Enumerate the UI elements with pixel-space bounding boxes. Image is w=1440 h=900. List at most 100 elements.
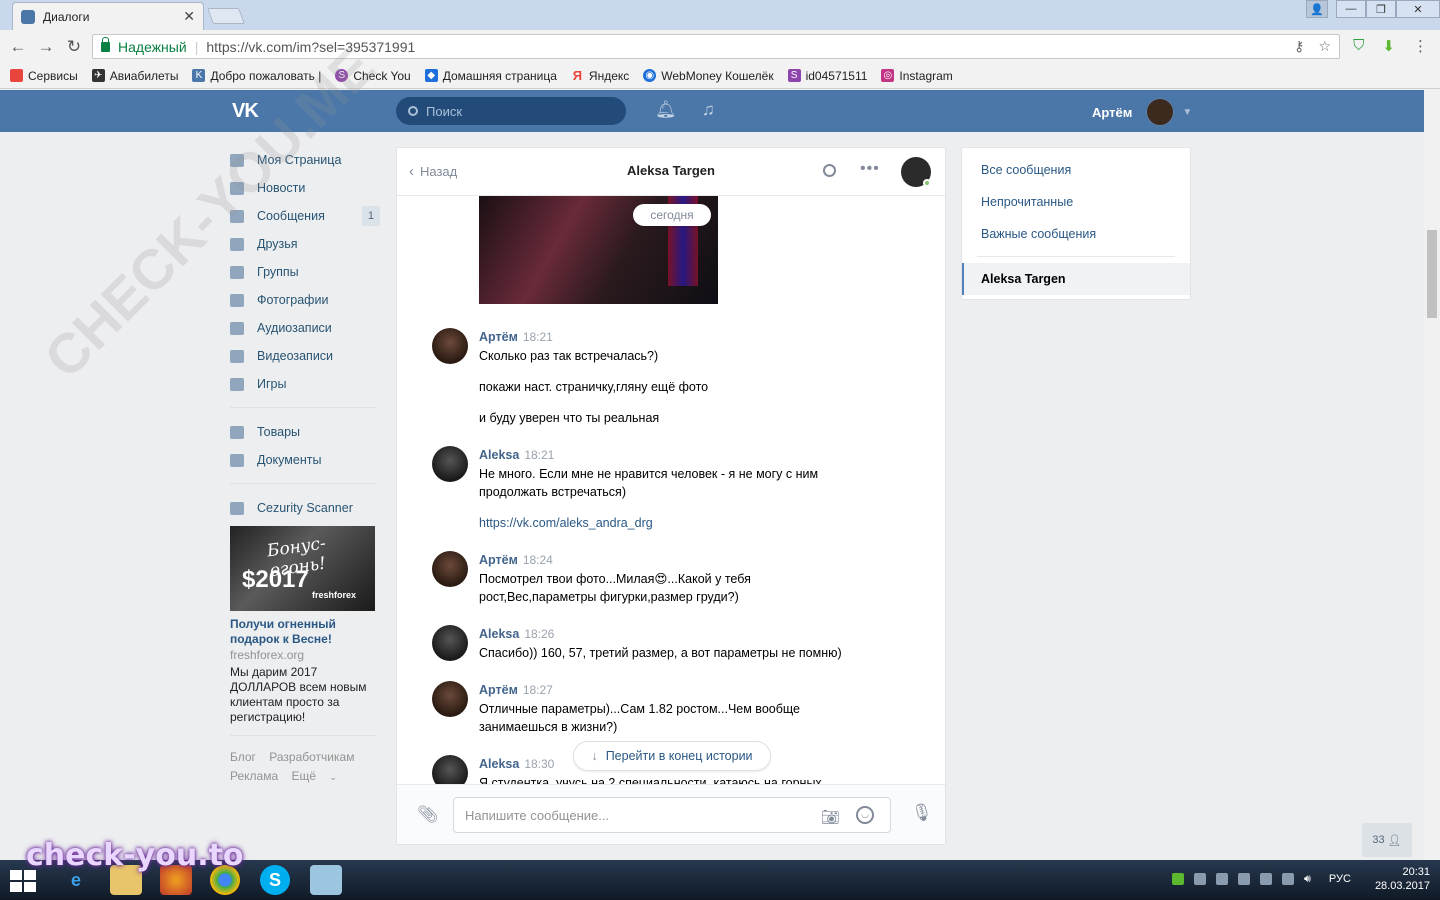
page-scrollbar[interactable] — [1424, 90, 1440, 860]
user-menu[interactable]: Артём ▼ — [1092, 98, 1192, 126]
bookmark-home[interactable]: ◆ Домашняя страница — [424, 69, 557, 83]
ad-image[interactable]: Бонус-огонь! $2017 freshforex — [230, 526, 375, 611]
filter-all-messages[interactable]: Все сообщения — [962, 154, 1190, 186]
more-dots-icon[interactable]: ••• — [860, 160, 880, 178]
scrollbar-thumb[interactable] — [1427, 230, 1437, 318]
message-link[interactable]: https://vk.com/aleks_andra_drg — [479, 516, 653, 530]
gamepad-icon — [230, 377, 244, 391]
menu-item-news[interactable]: Новости — [230, 174, 380, 202]
menu-item-groups[interactable]: Группы — [230, 258, 380, 286]
network-icon[interactable] — [1281, 873, 1294, 885]
bookmark-check-you[interactable]: S Check You — [335, 69, 411, 83]
message-author[interactable]: Артём 18:27 — [479, 683, 553, 697]
menu-item-photos[interactable]: Фотографии — [230, 286, 380, 314]
message-input[interactable]: Напишите сообщение... 📷︎ ◡ — [453, 797, 891, 833]
microphone-icon[interactable]: 🎙︎ — [911, 803, 933, 823]
reload-button[interactable]: ↻ — [60, 37, 88, 57]
menu-item-messages[interactable]: Сообщения 1 — [230, 202, 380, 230]
tray-app-icon[interactable] — [1193, 873, 1206, 885]
tray-app-icon[interactable] — [1259, 873, 1272, 885]
close-window-button[interactable]: ✕ — [1396, 0, 1440, 18]
skype-icon[interactable]: S — [260, 865, 290, 895]
footer-link-developers[interactable]: Разработчикам — [269, 750, 354, 764]
tray-app-icon[interactable] — [1237, 873, 1250, 885]
key-icon[interactable]: ⚷ — [1294, 38, 1304, 55]
avatar[interactable] — [432, 446, 468, 482]
menu-item-my-page[interactable]: Моя Страница — [230, 146, 380, 174]
filter-unread[interactable]: Непрочитанные — [962, 186, 1190, 218]
bookmark-webmoney[interactable]: ◉ WebMoney Кошелёк — [643, 69, 774, 83]
menu-item-cezurity[interactable]: Cezurity Scanner — [230, 494, 380, 522]
message-author[interactable]: Aleksa 18:26 — [479, 627, 554, 641]
avatar[interactable] — [432, 625, 468, 661]
active-conversation[interactable]: Aleksa Targen — [962, 263, 1190, 295]
footer-link-ads[interactable]: Реклама — [230, 769, 278, 783]
bookmark-yandex[interactable]: Я Яндекс — [571, 69, 630, 83]
menu-item-documents[interactable]: Документы — [230, 446, 380, 474]
footer-link-blog[interactable]: Блог — [230, 750, 256, 764]
search-input[interactable]: Поиск — [396, 97, 626, 125]
chrome-menu-icon[interactable]: ⋮ — [1413, 37, 1428, 55]
bookmark-services[interactable]: Сервисы — [10, 69, 78, 83]
vk-logo[interactable]: VK — [232, 100, 259, 123]
search-icon[interactable] — [823, 164, 836, 177]
new-tab-button[interactable] — [207, 8, 245, 24]
tab-dialogs[interactable]: Диалоги ✕ — [12, 2, 204, 30]
camera-icon[interactable]: 📷︎ — [821, 808, 840, 826]
message-author[interactable]: Aleksa 18:21 — [479, 448, 554, 462]
music-note-icon[interactable]: ♫ — [702, 100, 715, 120]
ad-title[interactable]: Получи огненный подарок к Весне! — [230, 617, 380, 647]
bookmark-vk-welcome[interactable]: K Добро пожаловать | — [192, 69, 321, 83]
message-author[interactable]: Артём 18:24 — [479, 553, 553, 567]
message-text: Спасибо)) 160, 57, третий размер, а вот … — [479, 646, 842, 660]
message-time: 18:26 — [524, 627, 555, 641]
menu-item-games[interactable]: Игры — [230, 370, 380, 398]
back-button[interactable]: ← — [4, 37, 32, 57]
lock-icon — [101, 36, 110, 52]
message-text: Не много. Если мне не нравится человек -… — [479, 467, 819, 530]
bookmark-instagram[interactable]: ◎ Instagram — [881, 69, 953, 83]
bookmark-star-icon[interactable]: ☆ — [1318, 38, 1331, 55]
online-counter[interactable]: 33 👤︎ — [1362, 823, 1412, 857]
emoji-icon[interactable]: ◡ — [856, 806, 874, 824]
url-text[interactable]: https://vk.com/im?sel=395371991 — [206, 39, 1294, 55]
jump-to-end-button[interactable]: ↓ Перейти в конец истории — [573, 741, 771, 771]
message-history[interactable]: сегодня Артём 18:21 Сколько раз так встре… — [397, 196, 945, 784]
message-text: Посмотрел твои фото...Милая😍...Какой у т… — [479, 572, 751, 604]
menu-item-goods[interactable]: Товары — [230, 418, 380, 446]
bell-icon[interactable]: 🔔︎ — [655, 100, 677, 120]
avatar[interactable] — [432, 551, 468, 587]
footer-link-more[interactable]: Ещё ⌄ — [291, 769, 346, 783]
volume-icon[interactable]: 🔊︎ — [1304, 873, 1311, 886]
menu-divider — [230, 407, 375, 408]
message-author[interactable]: Артём 18:21 — [479, 330, 553, 344]
message-time: 18:27 — [522, 683, 553, 697]
tab-close-icon[interactable]: ✕ — [183, 8, 195, 25]
bookmark-id[interactable]: Sid04571511 — [787, 69, 867, 83]
filter-important[interactable]: Важные сообщения — [962, 218, 1190, 250]
clock[interactable]: 20:31 28.03.2017 — [1375, 865, 1430, 893]
start-button[interactable] — [10, 870, 36, 892]
message-author[interactable]: Aleksa 18:30 — [479, 757, 554, 771]
download-extension-icon[interactable]: ⬇ — [1382, 37, 1395, 55]
menu-item-friends[interactable]: Друзья — [230, 230, 380, 258]
avatar[interactable] — [432, 755, 468, 784]
minimize-button[interactable]: — — [1336, 0, 1366, 18]
notepad-icon[interactable] — [310, 865, 342, 895]
maximize-button[interactable]: ❐ — [1366, 0, 1396, 18]
avatar[interactable] — [432, 681, 468, 717]
address-bar[interactable]: Надежный | https://vk.com/im?sel=3953719… — [92, 34, 1340, 59]
profile-icon[interactable]: 👤 — [1306, 0, 1328, 18]
user-icon — [230, 237, 244, 251]
tray-app-icon[interactable] — [1215, 873, 1228, 885]
forward-button[interactable]: → — [32, 37, 60, 57]
bookmark-avia[interactable]: ✈ Авиабилеты — [91, 69, 178, 83]
tray-app-icon[interactable] — [1171, 873, 1184, 885]
paperclip-icon[interactable]: 📎︎ — [417, 805, 439, 825]
menu-item-video[interactable]: Видеозаписи — [230, 342, 380, 370]
menu-item-audio[interactable]: Аудиозаписи — [230, 314, 380, 342]
language-indicator[interactable]: РУС — [1329, 873, 1351, 885]
shield-extension-icon[interactable]: ⛉ — [1353, 37, 1364, 55]
clock-time: 20:31 — [1402, 866, 1430, 878]
avatar[interactable] — [432, 328, 468, 364]
